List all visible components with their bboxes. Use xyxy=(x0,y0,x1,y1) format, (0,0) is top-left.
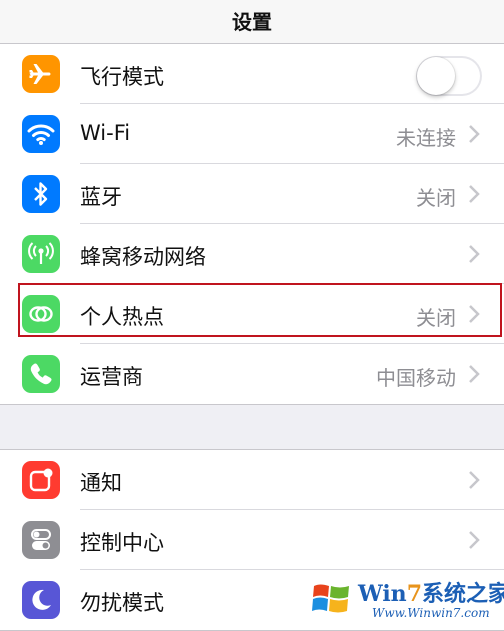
bluetooth-label: 蓝牙 xyxy=(80,185,122,209)
phone-icon xyxy=(22,355,60,393)
chevron-right-icon xyxy=(469,125,480,143)
notifications-label: 通知 xyxy=(80,471,122,495)
bluetooth-value: 关闭 xyxy=(416,186,456,210)
chevron-right-icon xyxy=(469,245,480,263)
cellular-label: 蜂窝移动网络 xyxy=(80,245,206,269)
carrier-label: 运营商 xyxy=(80,365,143,389)
wifi-icon xyxy=(22,115,60,153)
watermark-title-number: 7 xyxy=(406,581,422,607)
wifi-value: 未连接 xyxy=(396,126,456,150)
settings-row-control-center[interactable]: 控制中心 xyxy=(0,510,504,570)
watermark-url: Www.Winwin7.com xyxy=(372,606,490,620)
notifications-icon xyxy=(22,461,60,499)
do-not-disturb-label: 勿扰模式 xyxy=(80,591,164,615)
settings-row-wifi[interactable]: Wi-Fi 未连接 xyxy=(0,104,504,164)
chevron-right-icon xyxy=(469,365,480,383)
settings-row-notifications[interactable]: 通知 xyxy=(0,450,504,510)
cellular-icon xyxy=(22,235,60,273)
chevron-right-icon xyxy=(469,471,480,489)
airplane-icon xyxy=(22,55,60,93)
chevron-right-icon xyxy=(469,185,480,203)
settings-group-connectivity: 飞行模式 Wi-Fi 未连接 蓝牙 关闭 蜂窝移动网络 个人热点 关闭 运营商 … xyxy=(0,43,504,405)
navigation-bar: 设置 xyxy=(0,0,504,44)
wifi-label: Wi-Fi xyxy=(80,121,131,145)
settings-row-airplane-mode[interactable]: 飞行模式 xyxy=(0,44,504,104)
page-title: 设置 xyxy=(232,10,272,34)
chevron-right-icon xyxy=(469,305,480,323)
personal-hotspot-label: 个人热点 xyxy=(80,305,164,329)
personal-hotspot-value: 关闭 xyxy=(416,306,456,330)
bluetooth-icon xyxy=(22,175,60,213)
hotspot-icon xyxy=(22,295,60,333)
carrier-value: 中国移动 xyxy=(376,366,456,390)
control-center-label: 控制中心 xyxy=(80,531,164,555)
watermark-title-prefix: Win xyxy=(358,581,407,607)
chevron-right-icon xyxy=(469,531,480,549)
settings-row-cellular[interactable]: 蜂窝移动网络 xyxy=(0,224,504,284)
toggle-knob xyxy=(417,57,455,95)
site-watermark: Win7系统之家 Www.Winwin7.com xyxy=(302,572,504,628)
settings-row-bluetooth[interactable]: 蓝牙 关闭 xyxy=(0,164,504,224)
moon-icon xyxy=(22,581,60,619)
airplane-mode-toggle[interactable] xyxy=(416,56,482,96)
windows-logo-icon xyxy=(312,584,349,613)
settings-row-carrier[interactable]: 运营商 中国移动 xyxy=(0,344,504,404)
settings-row-personal-hotspot[interactable]: 个人热点 关闭 xyxy=(0,284,504,344)
watermark-title: Win7系统之家 xyxy=(358,576,504,608)
watermark-title-suffix: 系统之家 xyxy=(422,581,504,607)
airplane-mode-label: 飞行模式 xyxy=(80,65,164,89)
control-center-icon xyxy=(22,521,60,559)
